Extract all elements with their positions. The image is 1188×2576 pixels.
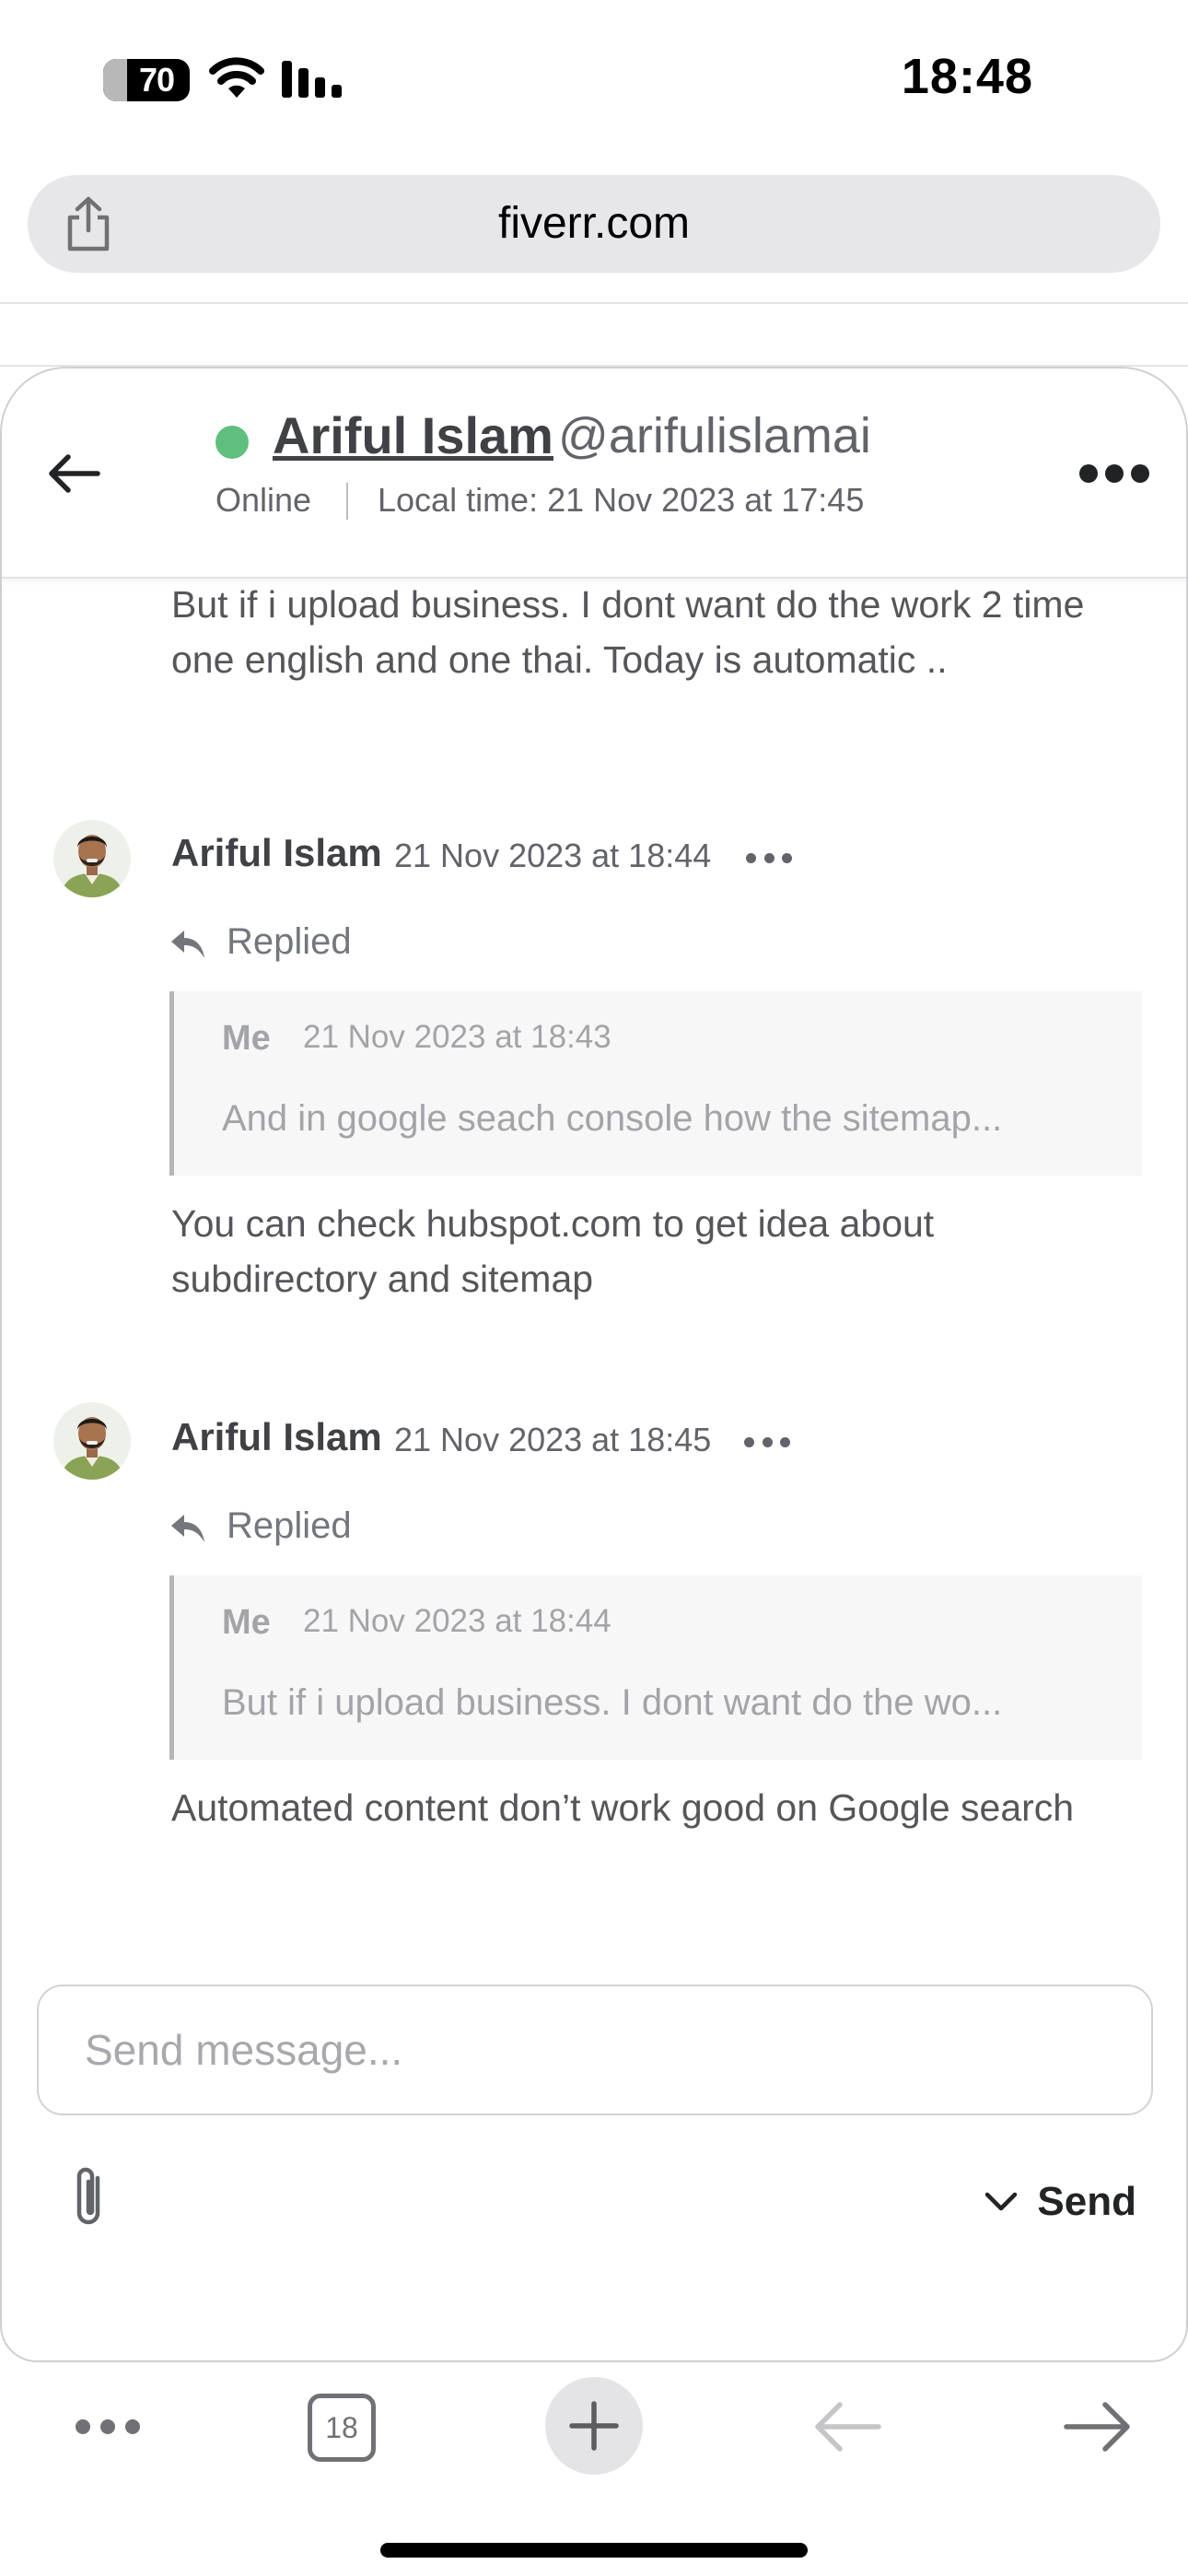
battery-icon: 70 [103,59,190,101]
avatar[interactable] [53,820,131,897]
sender-name: Ariful Islam [171,831,382,874]
online-status: Online [215,481,312,519]
quoted-text: But if i upload business. I dont want do… [222,1682,1003,1723]
message-timestamp: 21 Nov 2023 at 18:44 [394,837,712,874]
status-time: 18:48 [901,49,1033,104]
send-button[interactable]: Send [984,2174,1136,2230]
cellular-signal-icon [282,61,342,98]
quoted-text: And in google seach console how the site… [222,1098,1003,1139]
avatar[interactable] [53,1402,131,1480]
online-status-dot [215,426,249,459]
message-composer [37,1985,1153,2115]
message-input[interactable] [39,1986,1151,2113]
message-text: Automated content don’t work good on Goo… [171,1786,1075,1829]
wifi-icon [209,57,264,98]
message-more-icon[interactable] [744,1437,790,1450]
reply-icon [171,1515,204,1542]
more-options-icon[interactable] [1079,455,1149,492]
more-icon[interactable] [76,2419,140,2434]
battery-percentage: 70 [138,61,175,99]
address-bar[interactable]: fiverr.com [28,175,1160,273]
local-time: Local time: 21 Nov 2023 at 17:45 [378,481,865,519]
back-arrow-icon[interactable] [812,2399,882,2454]
quoted-sender: Me [222,1019,271,1058]
divider [0,302,1188,304]
sender-name: Ariful Islam [171,1415,382,1458]
message-text: You can check hubspot.com to get idea ab… [171,1202,935,1300]
chevron-down-icon [985,2192,1018,2211]
new-tab-button[interactable] [545,2377,643,2475]
quoted-message[interactable]: Me 21 Nov 2023 at 18:44 But if i upload … [169,1575,1142,1760]
message-text: But if i upload business. I dont want do… [171,583,1085,681]
message-timestamp: 21 Nov 2023 at 18:45 [394,1421,712,1458]
plus-icon [569,2401,619,2451]
quoted-sender: Me [222,1603,271,1642]
send-label: Send [1037,2179,1136,2224]
chat-panel: Ariful Islam @arifulislamai Online Local… [0,367,1188,2362]
quoted-message[interactable]: Me 21 Nov 2023 at 18:43 And in google se… [169,991,1142,1176]
forward-arrow-icon[interactable] [1063,2399,1133,2454]
status-bar: 70 18:48 [0,0,1188,157]
replied-label: Replied [227,1505,352,1546]
reply-icon [171,931,204,958]
tabs-icon[interactable]: 18 [308,2394,376,2462]
message-more-icon[interactable] [746,853,792,866]
quoted-timestamp: 21 Nov 2023 at 18:44 [303,1603,611,1639]
replied-label: Replied [227,921,352,962]
contact-name-link[interactable]: Ariful Islam [273,405,553,465]
divider [346,483,348,520]
home-indicator [380,2543,808,2558]
url-text: fiverr.com [497,199,691,248]
back-arrow-icon[interactable] [44,444,103,503]
paperclip-icon[interactable] [63,2163,114,2231]
contact-handle: @arifulislamai [558,408,871,463]
chat-header: Ariful Islam @arifulislamai Online Local… [2,369,1186,579]
tab-count: 18 [325,2411,358,2444]
quoted-timestamp: 21 Nov 2023 at 18:43 [303,1019,611,1055]
